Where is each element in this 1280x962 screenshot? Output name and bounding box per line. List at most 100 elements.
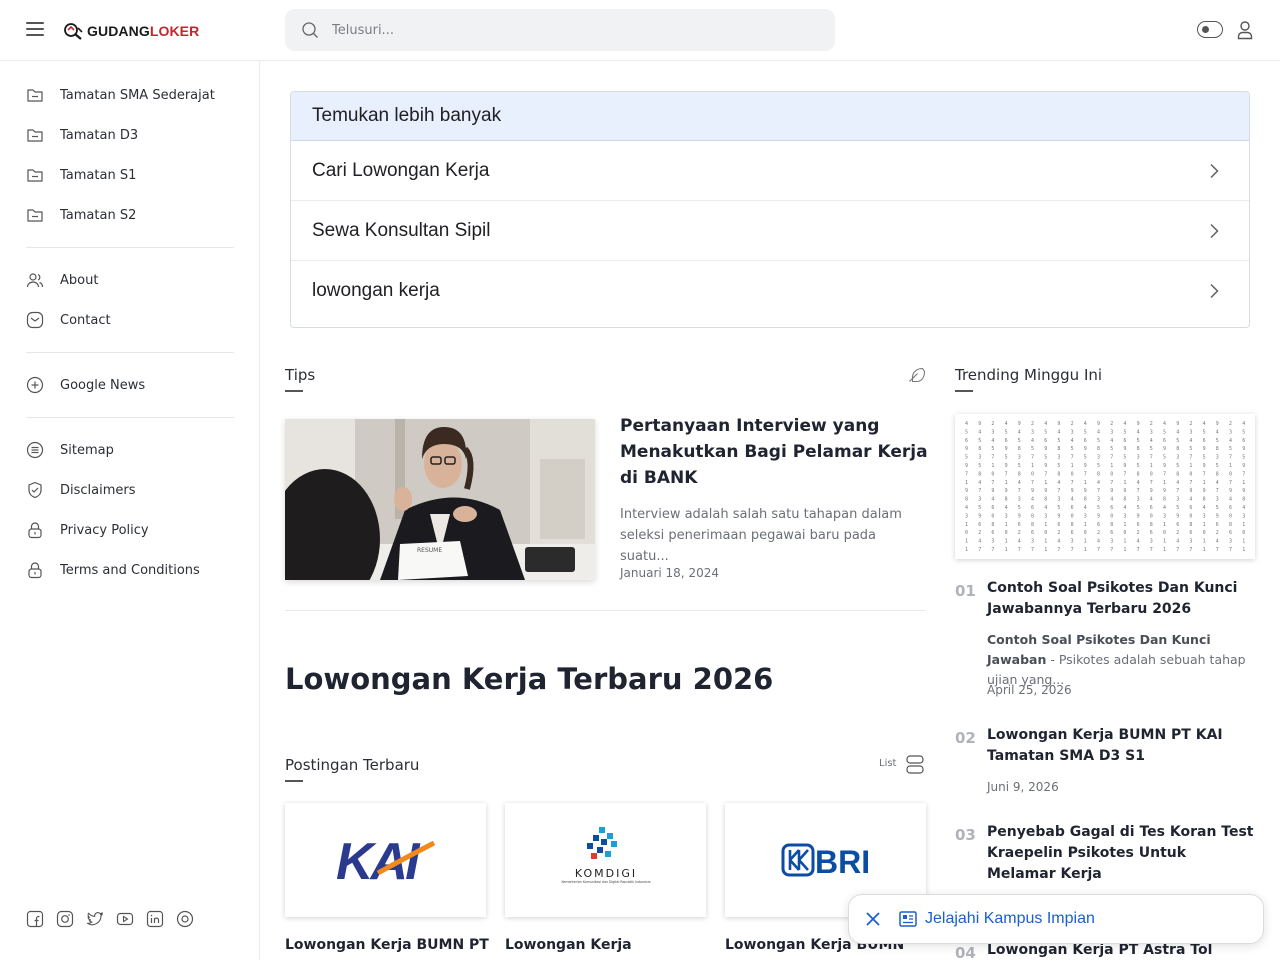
svg-text:2: 2: [1189, 421, 1192, 427]
user-icon[interactable]: [1237, 20, 1253, 40]
featured-post-title[interactable]: Pertanyaan Interview yang Menakutkan Bag…: [620, 413, 930, 491]
svg-text:9: 9: [978, 421, 981, 427]
instagram-icon[interactable]: [56, 910, 74, 928]
svg-text:6: 6: [1110, 530, 1113, 536]
svg-text:1: 1: [1084, 539, 1087, 545]
logo-magnifier-icon: [64, 23, 83, 40]
svg-text:1: 1: [1242, 522, 1245, 528]
svg-text:9: 9: [965, 463, 968, 469]
svg-text:7: 7: [1071, 455, 1074, 461]
sidebar-item-disclaimers[interactable]: Disclaimers: [26, 480, 136, 500]
feather-icon: [909, 367, 925, 383]
svg-text:3: 3: [1137, 497, 1140, 503]
svg-text:4: 4: [1018, 480, 1021, 486]
sidebar-item-label: Sitemap: [60, 442, 114, 458]
search-input[interactable]: [332, 22, 792, 38]
svg-text:6: 6: [1137, 522, 1140, 528]
trending-post-image[interactable]: 4 5 6 9 5 9 7 1 9 8 4 3 1 0 1 1 9 4 5 8 3 5 8 4 7 3 5 9 6 2 4 7 2 3 4 5 7 1 0 7…: [955, 414, 1255, 559]
sidebar-item-sitemap[interactable]: Sitemap: [26, 440, 114, 460]
svg-text:9: 9: [1163, 488, 1166, 494]
sidebar-item-sma[interactable]: Tamatan SMA Sederajat: [26, 85, 215, 105]
discover-more-item[interactable]: Cari Lowongan Kerja: [291, 141, 1249, 201]
svg-text:9: 9: [1097, 513, 1100, 519]
svg-text:6: 6: [1057, 522, 1060, 528]
post-card-thumbnail[interactable]: KAI: [285, 803, 486, 917]
sidebar-item-privacy-policy[interactable]: Privacy Policy: [26, 520, 149, 540]
svg-text:7: 7: [1110, 547, 1113, 553]
discover-more-item[interactable]: Sewa Konsultan Sipil: [291, 201, 1249, 261]
plus-circle-icon: [26, 376, 44, 394]
svg-text:7: 7: [1150, 455, 1153, 461]
svg-text:5: 5: [1005, 429, 1008, 435]
post-card-title[interactable]: Lowongan Kerja BUMN PT: [285, 937, 489, 953]
trending-post-title[interactable]: Penyebab Gagal di Tes Koran Test Kraepel…: [987, 822, 1257, 885]
svg-text:5: 5: [1044, 429, 1047, 435]
svg-text:3: 3: [1097, 455, 1100, 461]
svg-text:5: 5: [1229, 446, 1232, 452]
discover-more-item-label: Cari Lowongan Kerja: [312, 159, 490, 181]
site-logo[interactable]: GUDANG LOKER: [63, 21, 199, 41]
svg-text:1: 1: [965, 539, 968, 545]
svg-text:4: 4: [1137, 429, 1140, 435]
sidebar-item-s2[interactable]: Tamatan S2: [26, 205, 136, 225]
sidebar-item-s1[interactable]: Tamatan S1: [26, 165, 136, 185]
view-mode-label[interactable]: List: [879, 758, 896, 769]
svg-text:9: 9: [1216, 513, 1219, 519]
sidebar-item-contact[interactable]: Contact: [26, 310, 111, 330]
svg-text:2: 2: [1097, 530, 1100, 536]
svg-text:3: 3: [1216, 497, 1219, 503]
search-bar[interactable]: [285, 9, 835, 51]
promo-link-text[interactable]: Jelajahi Kampus Impian: [925, 910, 1095, 928]
svg-text:0: 0: [1071, 471, 1074, 477]
sidebar-item-google-news[interactable]: Google News: [26, 375, 145, 395]
svg-text:6: 6: [1071, 530, 1074, 536]
svg-text:5: 5: [1150, 446, 1153, 452]
sidebar-item-d3[interactable]: Tamatan D3: [26, 125, 138, 145]
svg-text:4: 4: [1123, 505, 1126, 511]
svg-text:4: 4: [1110, 438, 1113, 444]
svg-text:6: 6: [1031, 505, 1034, 511]
facebook-icon[interactable]: [26, 910, 44, 928]
svg-text:9: 9: [1110, 488, 1113, 494]
featured-post-image[interactable]: RESUME: [285, 419, 595, 580]
svg-text:4: 4: [1203, 421, 1206, 427]
youtube-icon[interactable]: [116, 910, 134, 928]
svg-text:5: 5: [1216, 505, 1219, 511]
sidebar-item-about[interactable]: About: [26, 270, 98, 290]
svg-text:3: 3: [1189, 429, 1192, 435]
sidebar-item-terms[interactable]: Terms and Conditions: [26, 560, 200, 580]
svg-text:0: 0: [965, 530, 968, 536]
svg-text:9: 9: [1005, 446, 1008, 452]
discover-more-item[interactable]: lowongan kerja: [291, 261, 1249, 321]
twitter-icon[interactable]: [86, 910, 104, 928]
post-card-title[interactable]: Lowongan Kerja: [505, 937, 632, 953]
linkedin-icon[interactable]: [146, 910, 164, 928]
list-view-icon[interactable]: [906, 755, 924, 774]
svg-text:1: 1: [1163, 522, 1166, 528]
svg-text:7: 7: [1189, 455, 1192, 461]
svg-text:7: 7: [1031, 480, 1034, 486]
hamburger-menu-icon[interactable]: [26, 22, 44, 38]
svg-text:4: 4: [1057, 539, 1060, 545]
close-icon[interactable]: [865, 911, 881, 927]
section-underline: [285, 390, 303, 392]
trending-post-title[interactable]: Lowongan Kerja BUMN PT KAI Tamatan SMA D…: [987, 725, 1257, 767]
svg-text:4: 4: [1137, 539, 1140, 545]
svg-text:4: 4: [1044, 505, 1047, 511]
threads-icon[interactable]: [176, 910, 194, 928]
svg-text:3: 3: [991, 429, 994, 435]
svg-text:4: 4: [1203, 505, 1206, 511]
sidebar-item-label: Contact: [60, 312, 111, 328]
svg-text:7: 7: [1229, 480, 1232, 486]
trending-rank: 04: [955, 944, 976, 962]
svg-text:3: 3: [1176, 497, 1179, 503]
svg-text:8: 8: [1031, 522, 1034, 528]
svg-text:7: 7: [1057, 488, 1060, 494]
trending-post-title[interactable]: Contoh Soal Psikotes Dan Kunci Jawabanny…: [987, 578, 1257, 620]
svg-text:6: 6: [1229, 505, 1232, 511]
svg-text:1: 1: [1242, 547, 1245, 553]
post-card-thumbnail[interactable]: KOMDIGI Kementerian Komunikasi dan Digit…: [505, 803, 706, 917]
dark-mode-toggle[interactable]: [1197, 21, 1223, 38]
svg-text:4: 4: [1216, 539, 1219, 545]
svg-text:5: 5: [1242, 455, 1245, 461]
